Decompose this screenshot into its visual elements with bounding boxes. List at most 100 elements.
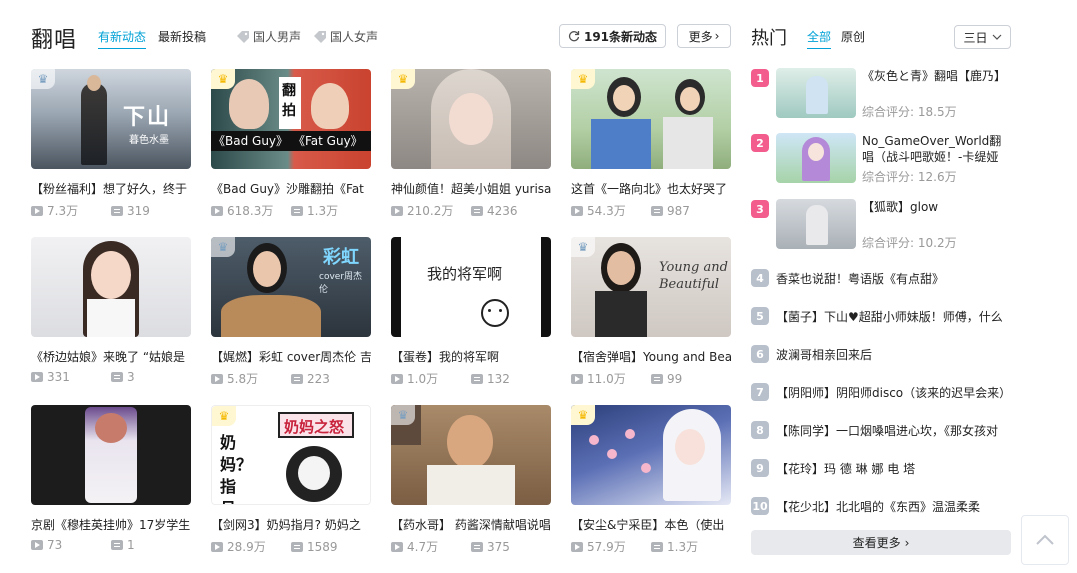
- video-stats: 331 3: [31, 370, 191, 384]
- tab-new-updates[interactable]: 有新动态: [98, 28, 147, 49]
- crown-icon: ♛: [577, 408, 589, 422]
- video-card[interactable]: 翻拍 《Bad Guy》 《Fat Guy》 ♛ 《Bad Guy》沙雕翻拍《F…: [211, 69, 371, 229]
- video-title: 【蛋卷】我的将军啊: [391, 350, 500, 364]
- thumbnail-right-caption: 《Fat Guy》: [291, 131, 371, 151]
- video-title: 京剧《穆桂英挂帅》17岁学生: [31, 518, 191, 532]
- video-title: 神仙颜值！超美小姐姐 yurisa: [391, 182, 551, 196]
- crown-icon: ♛: [577, 72, 589, 86]
- video-card[interactable]: ♛ 【药水哥】 药酱深情献唱说唱 4.7万 375: [391, 405, 551, 565]
- play-count: 210.2万: [391, 202, 471, 219]
- rank-item-title: 【狐歌】glow: [862, 200, 939, 214]
- rank-item-title: 【阴阳师】阴阳师disco（该来的迟早会来）: [776, 386, 1012, 400]
- video-card[interactable]: 下山 暮色水墨 ♛ 【粉丝福利】想了好久，终于 7.3万 319: [31, 69, 191, 229]
- video-card[interactable]: ♛ 神仙颜值！超美小姐姐 yurisa 210.2万 4236: [391, 69, 551, 229]
- rank-title: 热门: [751, 28, 787, 49]
- video-stats: 28.9万 1589: [211, 538, 371, 555]
- section-title: 翻唱: [31, 28, 78, 53]
- tab-latest-uploads[interactable]: 最新投稿: [158, 28, 206, 49]
- video-thumbnail: 奶妈之怒 奶妈？指月 ♛: [211, 405, 371, 505]
- video-card[interactable]: 奶妈之怒 奶妈？指月 ♛ 【剑网3】奶妈指月? 奶妈之 28.9万 1589: [211, 405, 371, 565]
- rank-list-item[interactable]: 8 【陈同学】一口烟嗓唱进心坎，《那女孩对: [751, 420, 1013, 440]
- play-count: 1.0万: [391, 370, 471, 387]
- rank-number: 1: [751, 69, 769, 87]
- video-stats: 11.0万 99: [571, 370, 731, 387]
- danmaku-icon: [111, 540, 123, 550]
- video-card[interactable]: 京剧《穆桂英挂帅》17岁学生 73 1: [31, 405, 191, 565]
- tag-icon: [237, 30, 249, 43]
- tag-male-voice[interactable]: 国人男声: [236, 28, 301, 45]
- crown-badge: ♛: [571, 69, 595, 89]
- rank-item-title: 波澜哥相亲回来后: [776, 348, 873, 362]
- danmaku-icon: [111, 372, 123, 382]
- video-card[interactable]: Young and Beautiful ♛ 【宿舍弹唱】Young and Be…: [571, 237, 731, 397]
- rank-list-item[interactable]: 5 【菌子】下山♥超甜小师妹版！师傅，什么: [751, 306, 1013, 326]
- video-card[interactable]: 我的将军啊 【蛋卷】我的将军啊 1.0万 132: [391, 237, 551, 397]
- rank-list-item[interactable]: 9 【花玲】玛 德 琳 娜 电 塔: [751, 458, 1013, 478]
- video-title: 【宿舍弹唱】Young and Bea: [571, 350, 731, 364]
- play-icon: [391, 205, 403, 216]
- play-icon: [31, 205, 43, 216]
- tab-rank-all[interactable]: 全部: [807, 28, 832, 49]
- danmaku-icon: [291, 373, 303, 384]
- video-stats: 618.3万 1.3万: [211, 202, 371, 219]
- rank-list-item[interactable]: 4 香菜也说甜！粤语版《有点甜》: [751, 268, 1013, 288]
- more-button[interactable]: 更多 ›: [677, 24, 731, 48]
- video-stats: 54.3万 987: [571, 202, 731, 219]
- rank-number: 7: [751, 383, 769, 401]
- rank-top-item[interactable]: 3 【狐歌】glow 综合评分: 10.2万: [751, 199, 1011, 254]
- rank-tabs: 全部 原创: [807, 28, 865, 49]
- chevron-right-icon: ›: [904, 535, 910, 550]
- danmaku-count: 99: [651, 370, 682, 387]
- video-stats: 7.3万 319: [31, 202, 191, 219]
- play-icon: [31, 540, 43, 550]
- period-select[interactable]: 三日: [954, 25, 1011, 49]
- tag-list: 国人男声 国人女声: [236, 28, 378, 45]
- danmaku-count: 1.3万: [651, 538, 698, 555]
- video-card[interactable]: ♛ 这首《一路向北》也太好哭了 54.3万 987: [571, 69, 731, 229]
- video-card[interactable]: 彩虹 cover周杰伦 ♛ 【娓燃】彩虹 cover周杰伦 吉 5.8万 223: [211, 237, 371, 397]
- rank-score: 综合评分: 10.2万: [862, 236, 957, 250]
- video-card[interactable]: 《桥边姑娘》来晚了 “姑娘是 331 3: [31, 237, 191, 397]
- video-stats: 57.9万 1.3万: [571, 538, 731, 555]
- tab-rank-original[interactable]: 原创: [841, 28, 865, 49]
- crown-badge: ♛: [571, 237, 595, 257]
- tag-label: 国人男声: [253, 30, 302, 44]
- video-title: 《桥边姑娘》来晚了 “姑娘是: [31, 350, 186, 364]
- danmaku-icon: [471, 541, 483, 552]
- video-thumbnail: ♛: [571, 405, 731, 505]
- crown-badge: ♛: [571, 405, 595, 425]
- new-updates-count: 191条新动态: [583, 29, 658, 44]
- video-card[interactable]: ♛ 【安尘&宁采臣】本色（使出 57.9万 1.3万: [571, 405, 731, 565]
- tag-female-voice[interactable]: 国人女声: [313, 28, 378, 45]
- back-to-top-button[interactable]: [1021, 515, 1069, 565]
- rank-number: 6: [751, 345, 769, 363]
- rank-list-item[interactable]: 10 【花少北】北北唱的《东西》温温柔柔: [751, 496, 1013, 516]
- crown-icon: ♛: [217, 72, 229, 86]
- refresh-icon: [568, 31, 580, 42]
- video-thumbnail: 我的将军啊: [391, 237, 551, 337]
- rank-score: 综合评分: 12.6万: [862, 170, 957, 184]
- rank-list-item[interactable]: 6 波澜哥相亲回来后: [751, 344, 1013, 364]
- video-stats: 73 1: [31, 538, 191, 552]
- rank-item-title: 【陈同学】一口烟嗓唱进心坎，《那女孩对: [776, 424, 999, 438]
- new-updates-button[interactable]: 191条新动态: [559, 24, 666, 48]
- crown-badge: ♛: [211, 69, 235, 89]
- play-icon: [31, 372, 43, 382]
- video-title: 【药水哥】 药酱深情献唱说唱: [391, 518, 551, 532]
- video-stats: 5.8万 223: [211, 370, 371, 387]
- rank-top-item[interactable]: 2 No_GameOver_World翻唱（战斗吧歌姬！-卡缇娅 综合评分: 1…: [751, 133, 1011, 188]
- thumbnail-caption: 翻拍: [282, 83, 296, 119]
- rank-top-item[interactable]: 1 《灰色と青》翻唱【鹿乃】 综合评分: 18.5万: [751, 68, 1011, 123]
- play-count: 28.9万: [211, 538, 291, 555]
- crown-badge: ♛: [391, 405, 415, 425]
- video-thumbnail: Young and Beautiful ♛: [571, 237, 731, 337]
- danmaku-count: 319: [111, 202, 150, 219]
- rank-list-item[interactable]: 7 【阴阳师】阴阳师disco（该来的迟早会来）: [751, 382, 1013, 402]
- danmaku-count: 1589: [291, 538, 338, 555]
- rank-thumbnail: [776, 133, 856, 183]
- danmaku-icon: [291, 205, 303, 216]
- see-more-button[interactable]: 查看更多 ›: [751, 530, 1011, 555]
- rank-score: 综合评分: 18.5万: [862, 105, 957, 119]
- tag-label: 国人女声: [330, 30, 379, 44]
- period-value: 三日: [963, 30, 988, 45]
